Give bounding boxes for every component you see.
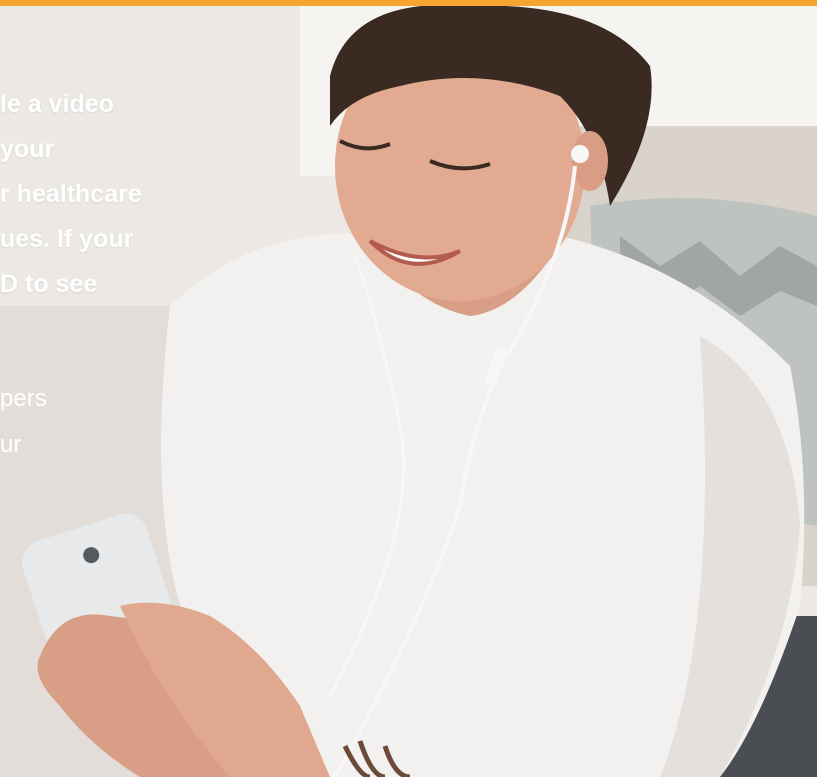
earphone [571, 145, 589, 163]
headline-line: r healthcare [0, 180, 142, 208]
headline-line: D to see [0, 270, 98, 298]
headline-line: ues. If your [0, 225, 134, 253]
hero-subcopy: pers ur [0, 376, 90, 468]
hero-headline: le a video your r healthcare ues. If you… [0, 82, 180, 307]
headline-line: le a video [0, 90, 114, 118]
hero-section: le a video your r healthcare ues. If you… [0, 0, 817, 777]
headline-line: your [0, 135, 55, 163]
subcopy-line: ur [0, 431, 22, 458]
subcopy-line: pers [0, 385, 47, 412]
